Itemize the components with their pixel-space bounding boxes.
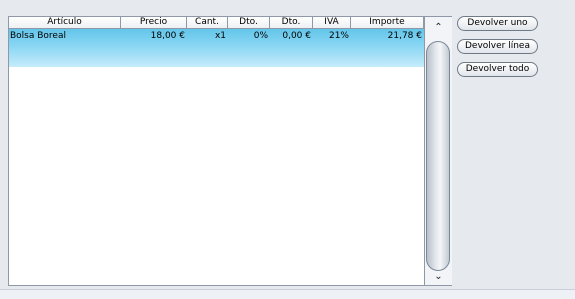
cell-iva: 21% [328, 31, 349, 41]
cell-importe: 21,78 € [387, 31, 422, 41]
cell-dto-importe: 0,00 € [282, 31, 311, 41]
cell-cantidad: x1 [214, 31, 226, 41]
scroll-up-icon[interactable]: ⌃ [425, 22, 452, 34]
cell-dto-pct: 0% [253, 31, 268, 41]
returns-table: Artículo Precio Cant. Dto. Dto. IVA Impo… [8, 16, 452, 286]
table-row[interactable]: Bolsa Boreal 18,00 € x1 0% 0,00 € 21% 21… [9, 29, 424, 67]
table-header: Artículo Precio Cant. Dto. Dto. IVA Impo… [9, 17, 424, 29]
vertical-scrollbar[interactable]: ⌃ ⌄ [424, 17, 452, 285]
devolver-uno-button[interactable]: Devolver uno [457, 16, 538, 31]
scrollbar-thumb[interactable] [426, 41, 450, 271]
column-header-dto-pct[interactable]: Dto. [228, 17, 270, 28]
column-header-articulo[interactable]: Artículo [9, 17, 121, 28]
column-header-cantidad[interactable]: Cant. [187, 17, 228, 28]
column-header-precio[interactable]: Precio [121, 17, 187, 28]
scroll-down-icon[interactable]: ⌄ [425, 271, 452, 283]
devolver-todo-button[interactable]: Devolver todo [457, 62, 538, 77]
column-header-importe[interactable]: Importe [351, 17, 424, 28]
column-header-iva[interactable]: IVA [313, 17, 351, 28]
cell-precio: 18,00 € [150, 31, 185, 41]
column-header-dto-importe[interactable]: Dto. [270, 17, 313, 28]
devolver-linea-button[interactable]: Devolver línea [457, 39, 538, 54]
cell-articulo: Bolsa Boreal [10, 31, 66, 41]
